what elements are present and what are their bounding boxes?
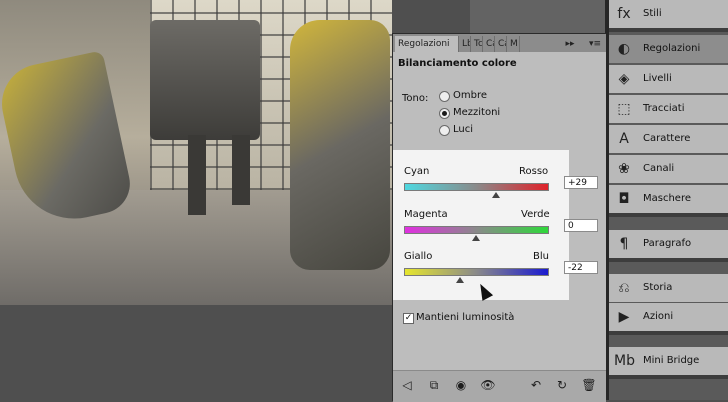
adjustments-icon: ◐: [617, 41, 631, 57]
panel-menu-icon[interactable]: ▾≡: [587, 36, 603, 52]
canvas-image: [0, 0, 392, 305]
slider-left-label: Magenta: [404, 209, 448, 220]
dock-item-regolazioni[interactable]: ◐ Regolazioni: [609, 35, 728, 63]
dock-item-label: Livelli: [643, 73, 672, 84]
radio-label: Luci: [453, 124, 474, 135]
clip-layer-icon[interactable]: ⧉: [426, 377, 442, 393]
tab-regolazioni[interactable]: Regolazioni: [395, 36, 459, 52]
radio-ombre[interactable]: Ombre: [439, 89, 487, 103]
back-icon[interactable]: ◁: [399, 377, 415, 393]
checkbox-box: ✓: [403, 313, 414, 324]
tono-label: Tono:: [402, 93, 429, 104]
dock-item-label: Canali: [643, 163, 675, 174]
dock-item-label: Maschere: [643, 193, 691, 204]
actions-icon: ▶: [618, 309, 630, 325]
radio-mezzitoni[interactable]: Mezzitoni: [439, 106, 500, 120]
dock-item-livelli[interactable]: ◈ Livelli: [609, 65, 728, 93]
radio-circle: [439, 125, 450, 136]
robot-leg: [188, 135, 206, 215]
dock-group-separator: [609, 375, 728, 379]
magenta-green-slider[interactable]: [404, 226, 549, 234]
robot-right-arm: [290, 20, 390, 270]
cyan-red-value[interactable]: +29: [564, 176, 598, 189]
panel-footer: ◁ ⧉ ◉ 👁 ↶ ↻ 🗑: [393, 370, 606, 402]
slider-right-label: Verde: [521, 209, 550, 220]
fx-icon: fx: [617, 6, 631, 22]
dock-group-separator: [609, 28, 728, 32]
yellow-blue-slider[interactable]: [404, 268, 549, 276]
radio-label: Mezzitoni: [453, 107, 501, 118]
adjustments-panel: Regolazioni Lb Tc Ca Ca M ▸▸ ▾≡ Bilancia…: [392, 33, 606, 402]
dock-item-label: Paragrafo: [643, 238, 692, 249]
tab-channels[interactable]: Ca: [483, 36, 495, 52]
slider-right-label: Blu: [533, 251, 549, 262]
dock-item-azioni[interactable]: ▶ Azioni: [609, 303, 728, 331]
dock-item-mini-bridge[interactable]: Mb Mini Bridge: [609, 347, 728, 375]
slider-left-label: Giallo: [404, 251, 433, 262]
visibility-icon[interactable]: 👁: [480, 377, 496, 393]
canvas-background: [470, 0, 605, 34]
radio-luci[interactable]: Luci: [439, 123, 473, 137]
radio-circle-selected: [439, 108, 450, 119]
dock-item-carattere[interactable]: A Carattere: [609, 125, 728, 153]
dock-item-label: Azioni: [643, 311, 674, 322]
tab-layers[interactable]: Lb: [459, 36, 471, 52]
tab-masks[interactable]: M: [507, 36, 520, 52]
slider-right-label: Rosso: [519, 166, 549, 177]
dock-item-label: Mini Bridge: [643, 355, 700, 366]
mask-icon[interactable]: ◉: [453, 377, 469, 393]
dock-item-label: Storia: [643, 282, 673, 293]
preserve-luminosity-checkbox[interactable]: ✓ Mantieni luminosità: [403, 312, 514, 324]
dock-item-tracciati[interactable]: ⬚ Tracciati: [609, 95, 728, 123]
adjustment-title: Bilanciamento colore: [398, 58, 517, 69]
slider-thumb[interactable]: [455, 277, 464, 283]
reset-icon[interactable]: ↻: [554, 377, 570, 393]
masks-icon: ◘: [618, 191, 630, 207]
dock-item-label: Tracciati: [643, 103, 685, 114]
robot-leg: [232, 135, 250, 205]
tab-character[interactable]: Ca: [495, 36, 507, 52]
panel-dock: fx Stili ◐ Regolazioni ◈ Livelli ⬚ Tracc…: [609, 0, 728, 400]
dock-item-label: Stili: [643, 8, 662, 19]
mini-bridge-icon: Mb: [614, 353, 635, 369]
dock-group-separator: [609, 213, 728, 217]
layers-icon: ◈: [618, 71, 630, 87]
magenta-green-value[interactable]: 0: [564, 219, 598, 232]
character-icon: A: [619, 131, 629, 147]
slider-thumb[interactable]: [492, 192, 501, 198]
collapse-icon[interactable]: ▸▸: [561, 36, 579, 52]
history-icon: ⎌: [618, 280, 630, 296]
dock-group-separator: [609, 331, 728, 335]
dock-item-maschere[interactable]: ◘ Maschere: [609, 185, 728, 213]
slider-thumb[interactable]: [471, 235, 480, 241]
panel-tab-bar: Regolazioni Lb Tc Ca Ca M ▸▸ ▾≡: [393, 34, 606, 52]
trash-icon[interactable]: 🗑: [581, 377, 597, 393]
cyan-red-slider[interactable]: [404, 183, 549, 191]
dock-item-label: Regolazioni: [643, 43, 701, 54]
yellow-blue-value[interactable]: -22: [564, 261, 598, 274]
previous-state-icon[interactable]: ↶: [528, 377, 544, 393]
robot-body: [150, 20, 260, 140]
channels-icon: ❀: [618, 161, 630, 177]
radio-label: Ombre: [453, 90, 488, 101]
dock-item-stili[interactable]: fx Stili: [609, 0, 728, 28]
paths-icon: ⬚: [617, 101, 631, 117]
tab-paths[interactable]: Tc: [471, 36, 483, 52]
dock-item-canali[interactable]: ❀ Canali: [609, 155, 728, 183]
dock-item-storia[interactable]: ⎌ Storia: [609, 274, 728, 302]
checkbox-label: Mantieni luminosità: [416, 312, 515, 323]
paragraph-icon: ¶: [619, 236, 629, 252]
dock-item-label: Carattere: [643, 133, 691, 144]
dock-group-separator: [609, 258, 728, 262]
radio-circle: [439, 91, 450, 102]
slider-left-label: Cyan: [404, 166, 430, 177]
dock-item-paragrafo[interactable]: ¶ Paragrafo: [609, 230, 728, 258]
